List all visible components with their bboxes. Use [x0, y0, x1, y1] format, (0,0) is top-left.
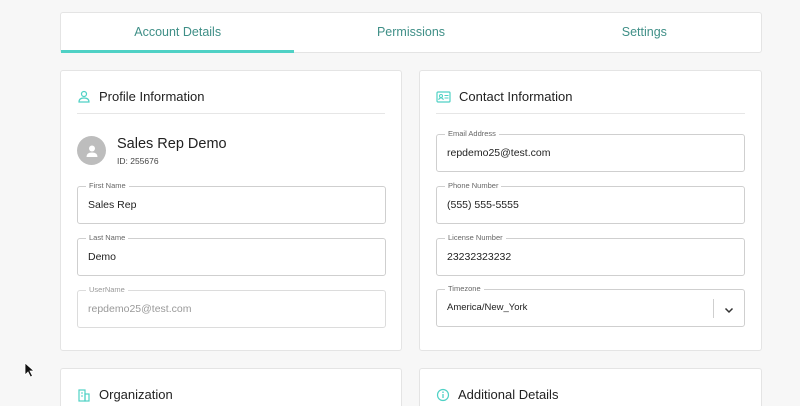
- profile-summary: Sales Rep Demo ID: 255676: [77, 135, 227, 166]
- contact-card-header: Contact Information: [436, 86, 745, 114]
- username-label: UserName: [86, 285, 128, 295]
- email-field[interactable]: Email Address repdemo25@test.com: [436, 129, 745, 172]
- first-name-value: Sales Rep: [88, 199, 137, 211]
- person-icon: [77, 90, 91, 104]
- chevron-down-icon[interactable]: [723, 303, 735, 315]
- username-value: repdemo25@test.com: [88, 303, 192, 315]
- organization-card-title: Organization: [99, 387, 173, 402]
- phone-label: Phone Number: [445, 181, 502, 191]
- license-field[interactable]: License Number 23232323232: [436, 233, 745, 276]
- first-name-field[interactable]: First Name Sales Rep: [77, 181, 386, 224]
- organization-card-header: Organization: [77, 384, 385, 406]
- last-name-field[interactable]: Last Name Demo: [77, 233, 386, 276]
- tab-settings[interactable]: Settings: [528, 13, 761, 52]
- info-icon: [436, 388, 450, 402]
- phone-field[interactable]: Phone Number (555) 555-5555: [436, 181, 745, 224]
- timezone-label: Timezone: [445, 284, 484, 294]
- profile-information-card: Profile Information Sales Rep Demo ID: 2…: [60, 70, 402, 351]
- mouse-cursor-icon: [24, 362, 36, 378]
- tab-account-details[interactable]: Account Details: [61, 13, 295, 53]
- tab-permissions[interactable]: Permissions: [294, 13, 527, 52]
- timezone-value: America/New_York: [447, 302, 528, 313]
- additional-details-card: Additional Details: [419, 368, 762, 406]
- first-name-label: First Name: [86, 181, 129, 191]
- profile-id: ID: 255676: [117, 156, 159, 166]
- timezone-select[interactable]: Timezone America/New_York: [436, 284, 745, 327]
- username-field: UserName repdemo25@test.com: [77, 285, 386, 328]
- email-value: repdemo25@test.com: [447, 147, 551, 159]
- additional-card-title: Additional Details: [458, 387, 559, 402]
- last-name-value: Demo: [88, 251, 117, 263]
- building-icon: [77, 388, 91, 402]
- email-label: Email Address: [445, 129, 499, 139]
- tab-bar: Account Details Permissions Settings: [60, 12, 762, 53]
- contact-card-title: Contact Information: [459, 89, 573, 104]
- contact-information-card: Contact Information Email Address repdem…: [419, 70, 762, 351]
- avatar-person-icon: [86, 145, 97, 157]
- avatar: [77, 136, 106, 165]
- profile-name: Sales Rep Demo: [117, 136, 227, 152]
- license-value: 23232323232: [447, 251, 512, 263]
- license-label: License Number: [445, 233, 506, 243]
- profile-card-title: Profile Information: [99, 89, 205, 104]
- additional-card-header: Additional Details: [436, 384, 745, 406]
- organization-card: Organization: [60, 368, 402, 406]
- contact-card-icon: [436, 90, 451, 104]
- last-name-label: Last Name: [86, 233, 129, 243]
- profile-card-header: Profile Information: [77, 86, 385, 114]
- phone-value: (555) 555-5555: [447, 199, 519, 211]
- select-divider: [713, 299, 714, 318]
